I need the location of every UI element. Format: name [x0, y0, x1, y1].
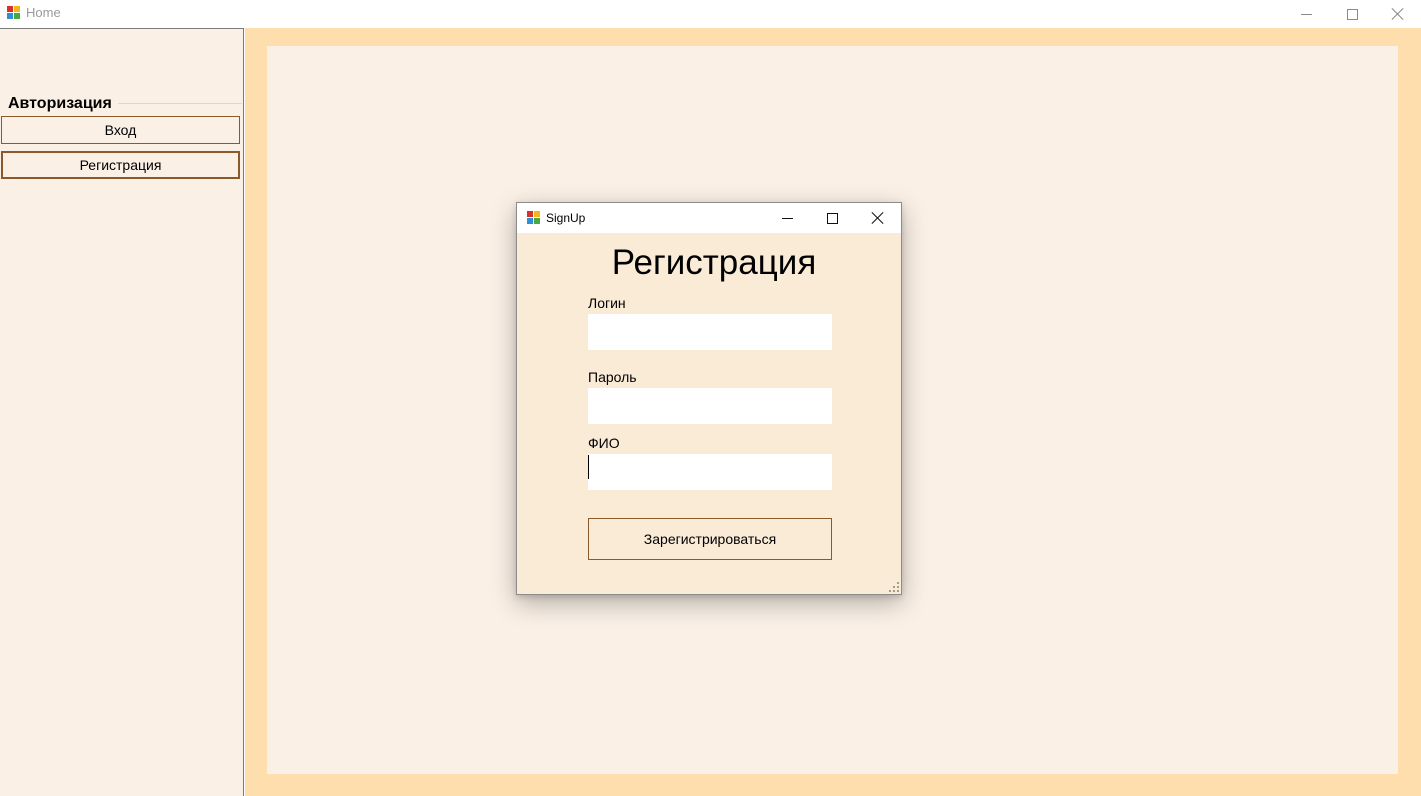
text-caret — [588, 455, 589, 479]
dialog-app-icon — [527, 211, 540, 224]
maximize-button[interactable] — [1329, 0, 1375, 28]
app-icon — [7, 6, 20, 19]
password-input[interactable] — [588, 388, 832, 424]
login-button[interactable]: Вход — [1, 116, 240, 144]
signup-dialog: SignUp Регистрация Логин Пароль ФИО Заре… — [516, 202, 902, 595]
close-icon — [1392, 8, 1404, 20]
main-titlebar: Home — [0, 0, 1421, 28]
register-button[interactable]: Регистрация — [1, 151, 240, 179]
maximize-icon — [1346, 8, 1358, 20]
password-label: Пароль — [588, 369, 637, 385]
close-button[interactable] — [1375, 0, 1421, 28]
sidebar: Авторизация Вход Регистрация — [0, 28, 244, 796]
close-icon — [872, 212, 884, 224]
dialog-minimize-button[interactable] — [764, 203, 810, 233]
login-input[interactable] — [588, 314, 832, 350]
fullname-input[interactable] — [588, 454, 832, 490]
auth-group-title: Авторизация — [8, 95, 112, 112]
minimize-icon — [781, 217, 793, 219]
dialog-title: SignUp — [546, 211, 586, 225]
fullname-label: ФИО — [588, 435, 620, 451]
dialog-maximize-button[interactable] — [809, 203, 855, 233]
minimize-button[interactable] — [1283, 0, 1329, 28]
login-label: Логин — [588, 295, 626, 311]
dialog-titlebar[interactable]: SignUp — [517, 203, 901, 233]
window-title: Home — [26, 5, 61, 20]
signup-submit-button[interactable]: Зарегистрироваться — [588, 518, 832, 560]
group-divider — [118, 103, 242, 104]
resize-grip-icon[interactable] — [889, 582, 899, 592]
dialog-heading: Регистрация — [611, 243, 817, 282]
maximize-icon — [826, 212, 838, 224]
dialog-close-button[interactable] — [855, 203, 901, 233]
minimize-icon — [1300, 13, 1312, 15]
